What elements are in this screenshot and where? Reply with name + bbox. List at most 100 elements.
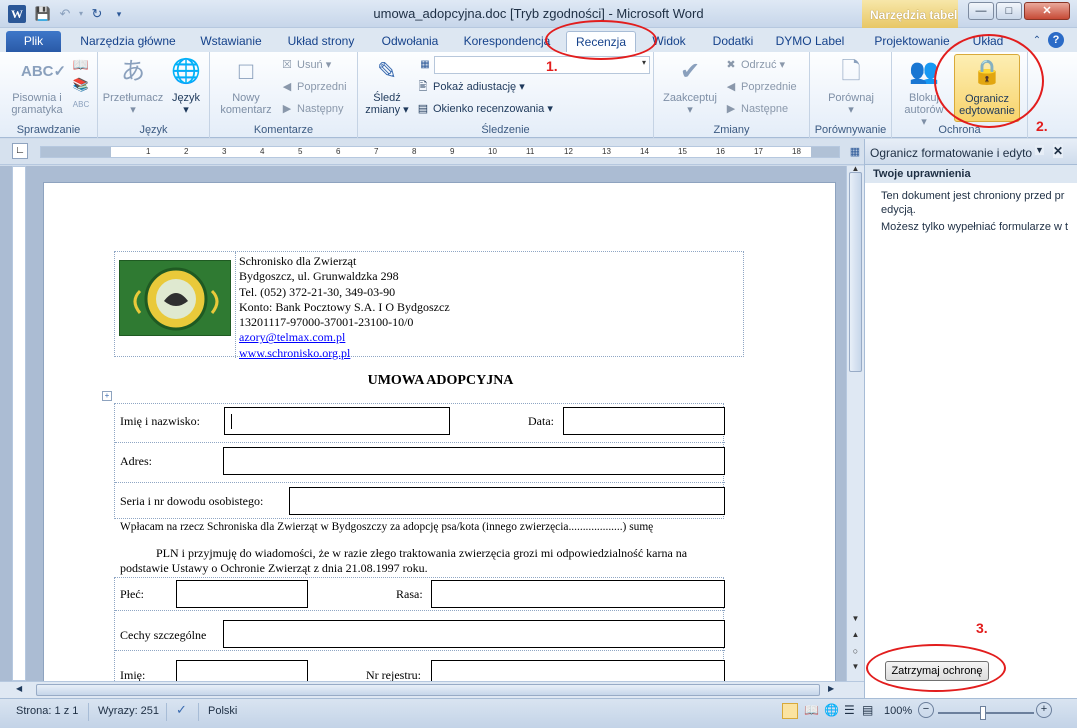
balloons-icon[interactable]: ▦ xyxy=(416,56,434,74)
print-layout-view-icon[interactable] xyxy=(782,703,798,719)
ribbon-collapse-icon[interactable]: ⌃ xyxy=(1028,32,1046,50)
draft-view-icon[interactable]: ▤ xyxy=(862,703,873,717)
imie-field[interactable] xyxy=(176,660,308,681)
pane-close-icon[interactable]: ✕ xyxy=(1053,144,1064,158)
vertical-scrollbar[interactable]: ▲ ▼ ▲ ○ ▼ xyxy=(846,164,864,681)
imie-nazwisko-field[interactable] xyxy=(224,407,450,435)
status-words[interactable]: Wyrazy: 251 xyxy=(98,705,159,717)
show-markup-button[interactable]: 🖹 Pokaż adiustację ▾ xyxy=(416,78,525,96)
close-button[interactable]: ✕ xyxy=(1024,2,1070,20)
zoom-slider[interactable] xyxy=(938,712,1034,714)
next-change-button[interactable]: ▶ Następne xyxy=(724,100,788,118)
spelling-button[interactable]: ABC✓ Pisownia i gramatyka xyxy=(6,56,68,116)
status-zoom[interactable]: 100% xyxy=(884,705,912,717)
ruler-tick-label: 18 xyxy=(792,147,801,156)
group-porownywanie: 🗋 Porównaj ▾ Porównywanie xyxy=(810,52,892,138)
tab-narzedzia-glowne[interactable]: Narzędzia główne xyxy=(70,31,186,52)
previous-page-icon[interactable]: ▲ xyxy=(847,630,864,639)
zoom-slider-thumb[interactable] xyxy=(980,706,986,720)
adres-field[interactable] xyxy=(223,447,725,475)
pane-section-header: Twoje uprawnienia xyxy=(865,165,1077,183)
shelter-street: Bydgoszcz, ul. Grunwaldzka 298 xyxy=(239,269,399,284)
minimize-button[interactable]: — xyxy=(968,2,994,20)
scroll-left-icon[interactable]: ◀ xyxy=(16,684,22,693)
previous-change-button[interactable]: ◀ Poprzednie xyxy=(724,78,797,96)
dowod-field[interactable] xyxy=(289,487,725,515)
nr-rejestru-field[interactable] xyxy=(431,660,725,681)
web-layout-view-icon[interactable]: 🌐 xyxy=(824,703,839,717)
research-icon[interactable]: 📖 xyxy=(72,56,90,74)
pane-options-icon[interactable]: ▼ xyxy=(1035,145,1044,155)
shelter-name: Schronisko dla Zwierząt xyxy=(239,254,357,268)
table-move-handle-icon[interactable]: + xyxy=(102,391,112,401)
horizontal-scrollbar[interactable]: ◀ ▶ xyxy=(0,681,864,698)
previous-comment-button[interactable]: ◀ Poprzedni xyxy=(280,78,347,96)
group-jezyk: あ Przetłumacz ▾ 🌐 Język ▾ Język xyxy=(98,52,210,138)
browse-object-icon[interactable]: ○ xyxy=(847,646,864,656)
view-ruler-icon[interactable]: ▦ xyxy=(846,143,864,161)
ruler-tick-label: 16 xyxy=(716,147,725,156)
help-icon[interactable]: ? xyxy=(1048,32,1064,48)
proofing-icon[interactable]: ✓ xyxy=(176,702,187,718)
tab-korespondencja[interactable]: Korespondencja xyxy=(456,31,558,52)
translate-button[interactable]: あ Przetłumacz ▾ xyxy=(100,56,166,116)
ruler-tick-label: 14 xyxy=(640,147,649,156)
email-link[interactable]: azory@telmax.com.pl xyxy=(239,330,345,344)
thesaurus-icon[interactable]: 📚 xyxy=(72,76,90,94)
reject-button[interactable]: ✖ Odrzuć ▾ xyxy=(724,56,785,74)
new-comment-button[interactable]: □ Nowy komentarz xyxy=(218,56,274,116)
shelter-phone: Tel. (052) 372-21-30, 349-03-90 xyxy=(239,284,396,299)
label-nr-rejestru: Nr rejestru: xyxy=(366,668,421,681)
horizontal-ruler[interactable]: 1 2 3 4 5 6 7 8 9 10 11 12 13 14 15 16 17 18 xyxy=(40,146,840,158)
context-tab-table-tools: Narzędzia tabel xyxy=(862,0,958,28)
document-heading: UMOWA ADOPCYJNA xyxy=(367,373,514,388)
translate-icon: あ xyxy=(121,58,145,85)
vertical-ruler[interactable] xyxy=(12,166,26,681)
data-field[interactable] xyxy=(563,407,725,435)
ruler-tick-label: 9 xyxy=(450,147,455,156)
tab-selector-icon[interactable]: ∟ xyxy=(12,143,28,159)
zoom-out-icon[interactable]: − xyxy=(918,702,934,718)
tab-wstawianie[interactable]: Wstawianie xyxy=(190,31,272,52)
tab-projektowanie[interactable]: Projektowanie xyxy=(866,31,958,52)
outline-view-icon[interactable]: ☰ xyxy=(844,703,855,717)
status-language[interactable]: Polski xyxy=(208,705,237,717)
rasa-field[interactable] xyxy=(431,580,725,608)
tab-odwolania[interactable]: Odwołania xyxy=(370,31,450,52)
document-area: Schronisko dla Zwierząt Bydgoszcz, ul. G… xyxy=(0,166,846,681)
comment-icon: □ xyxy=(238,58,254,85)
language-button[interactable]: 🌐 Język ▾ xyxy=(166,56,206,116)
shelter-logo xyxy=(119,260,231,336)
vertical-scroll-thumb[interactable] xyxy=(849,172,862,372)
scroll-down-icon[interactable]: ▼ xyxy=(847,614,864,623)
tab-uklad-strony[interactable]: Układ strony xyxy=(278,31,364,52)
tab-dodatki[interactable]: Dodatki xyxy=(704,31,762,52)
website-link[interactable]: www.schronisko.org.pl xyxy=(239,346,350,360)
cechy-field[interactable] xyxy=(223,620,725,648)
tab-plik[interactable]: Plik xyxy=(6,31,61,52)
tab-dymo-label[interactable]: DYMO Label xyxy=(770,31,850,52)
full-screen-reading-view-icon[interactable]: 📖 xyxy=(804,703,819,717)
reviewing-pane-button[interactable]: ▤ Okienko recenzowania ▾ xyxy=(416,100,553,118)
word-count-icon[interactable]: ABC xyxy=(72,96,90,114)
compare-button[interactable]: 🗋 Porównaj ▾ xyxy=(820,56,882,116)
status-page[interactable]: Strona: 1 z 1 xyxy=(16,705,78,717)
label-adres: Adres: xyxy=(120,454,152,468)
delete-comment-button[interactable]: ☒ Usuń ▾ xyxy=(280,56,331,74)
zoom-in-icon[interactable]: + xyxy=(1036,702,1052,718)
accept-button[interactable]: ✔ Zaakceptuj ▾ xyxy=(658,56,722,116)
annotation-number-2: 2. xyxy=(1036,118,1048,134)
document-page[interactable]: Schronisko dla Zwierząt Bydgoszcz, ul. G… xyxy=(43,182,836,681)
delete-comment-icon: ☒ xyxy=(282,59,292,71)
label-plec: Płeć: xyxy=(120,587,144,601)
plec-field[interactable] xyxy=(176,580,308,608)
track-changes-button[interactable]: ✎ Śledź zmiany ▾ xyxy=(362,56,412,116)
next-page-icon[interactable]: ▼ xyxy=(847,662,864,671)
maximize-button[interactable]: □ xyxy=(996,2,1022,20)
ruler-tick-label: 15 xyxy=(678,147,687,156)
horizontal-scroll-thumb[interactable] xyxy=(36,684,820,696)
scroll-right-icon[interactable]: ▶ xyxy=(828,684,834,693)
ruler-margin-left xyxy=(41,147,111,157)
next-comment-button[interactable]: ▶ Następny xyxy=(280,100,344,118)
next-change-icon: ▶ xyxy=(726,103,736,115)
